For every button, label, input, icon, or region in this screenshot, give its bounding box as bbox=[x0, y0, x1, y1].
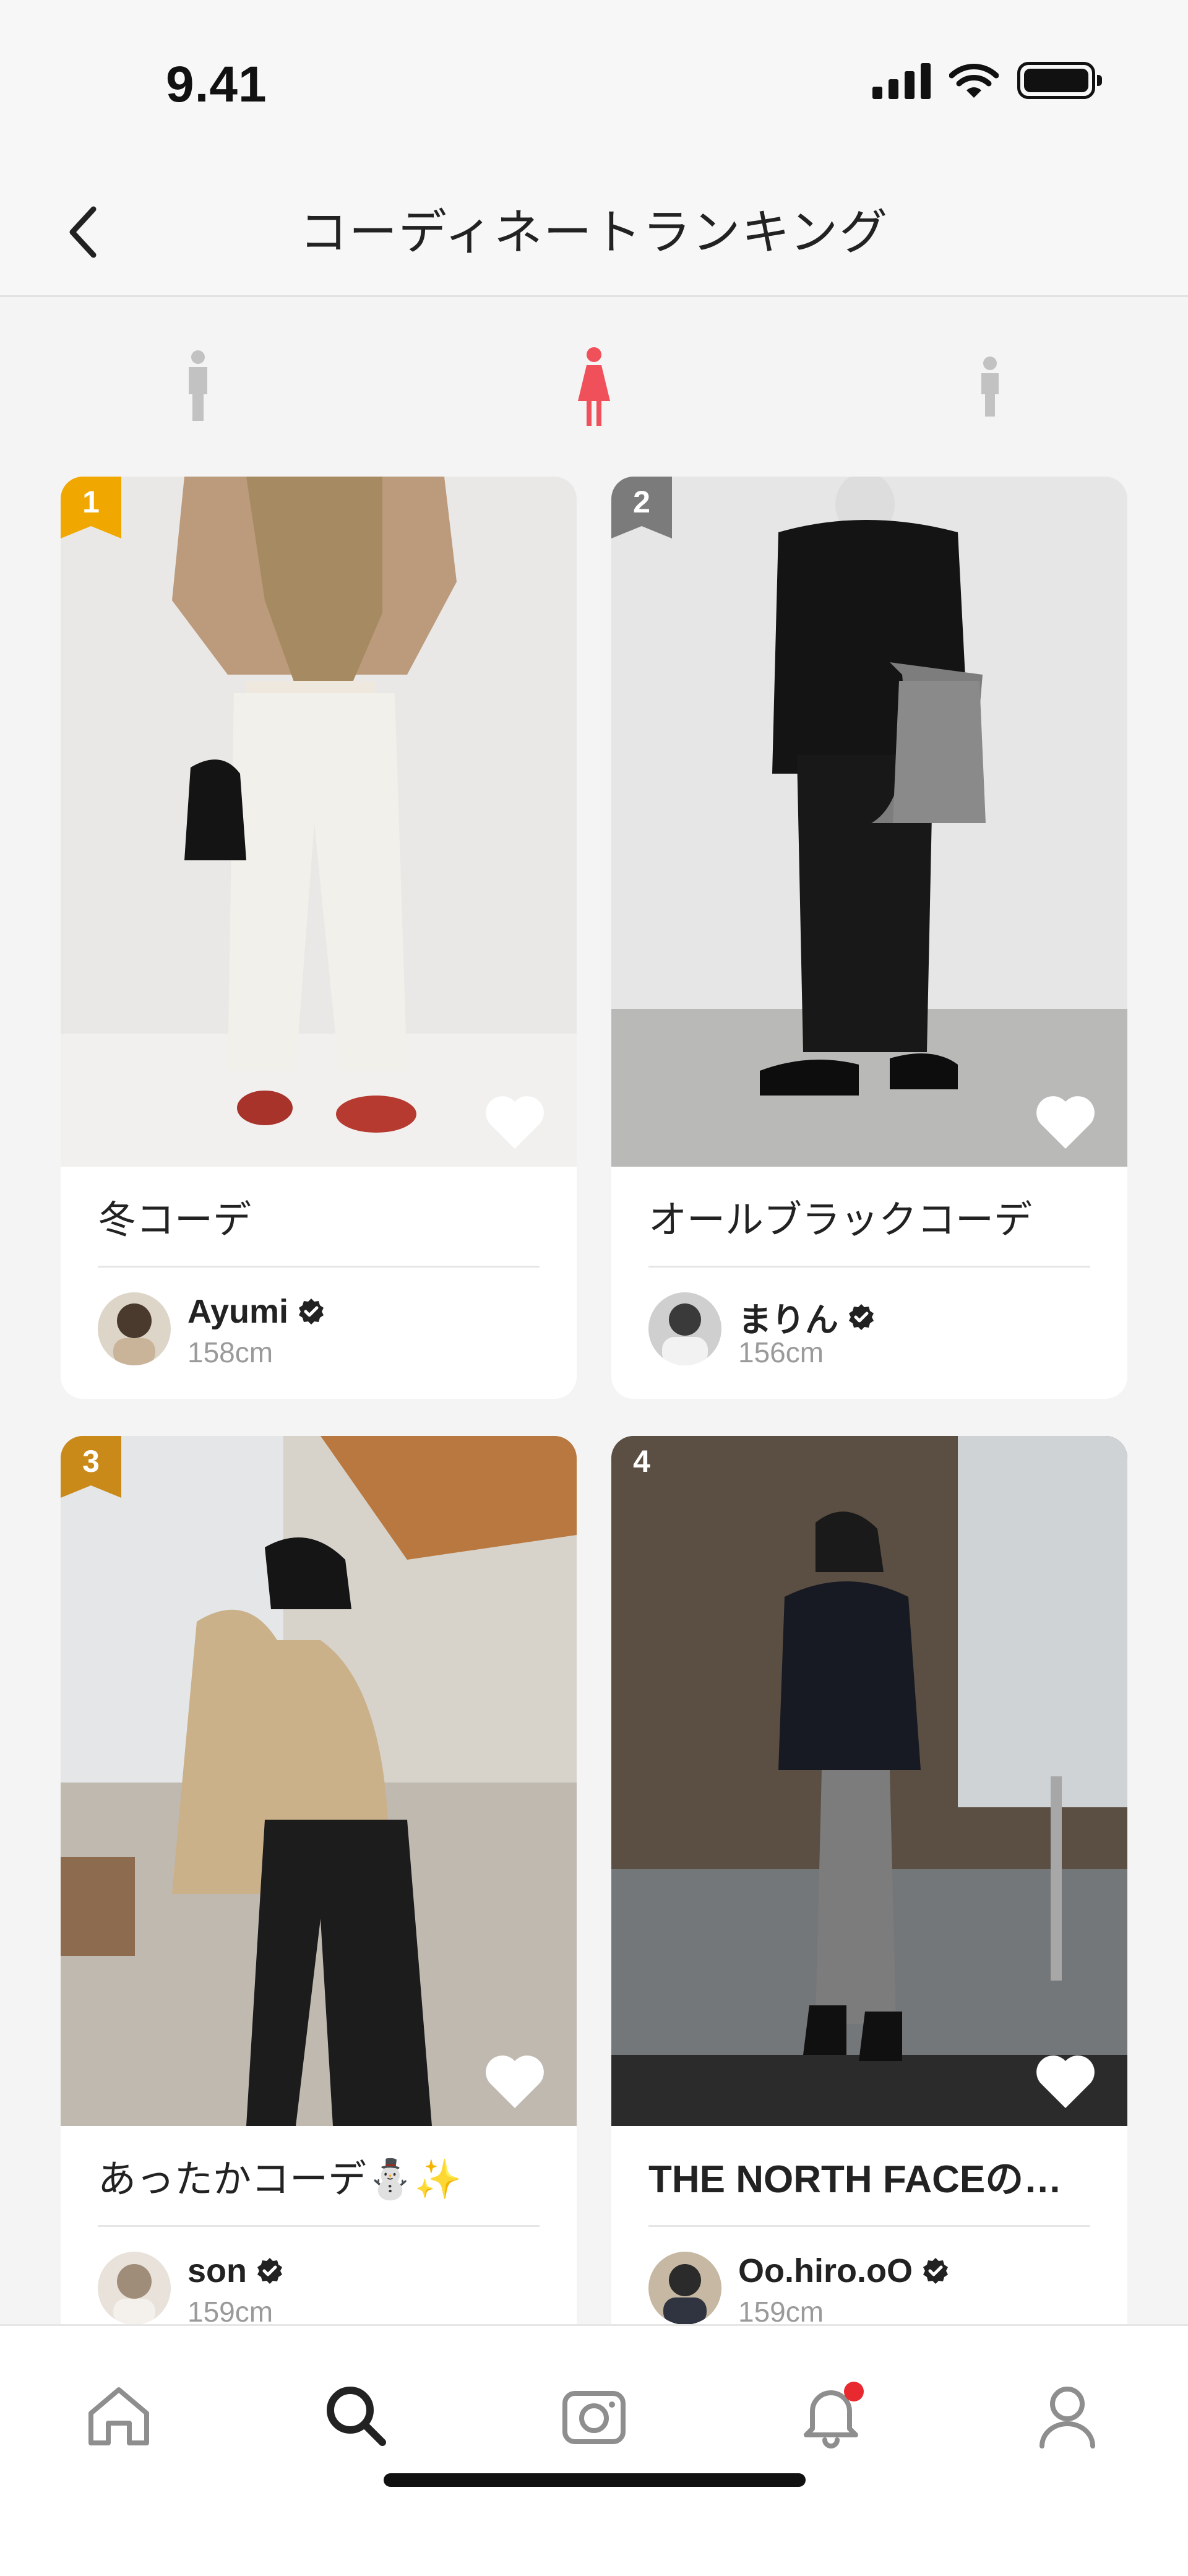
user-name[interactable]: son bbox=[187, 2252, 284, 2290]
rank-badge: 3 bbox=[61, 1436, 121, 1498]
like-button[interactable] bbox=[1035, 2055, 1096, 2111]
coordinate-card[interactable]: 3 あったかコーデ⛄✨ son 159cm bbox=[61, 1436, 577, 2358]
avatar[interactable] bbox=[98, 2252, 171, 2325]
heart-icon bbox=[486, 2055, 544, 2108]
avatar[interactable] bbox=[648, 2252, 721, 2325]
card-title: オールブラックコーデ bbox=[648, 1199, 1033, 1242]
gender-tabs bbox=[0, 297, 1188, 477]
user-name-text: Oo.hiro.oO bbox=[738, 2252, 913, 2289]
home-indicator bbox=[384, 2473, 806, 2487]
like-button[interactable] bbox=[1035, 1096, 1096, 1151]
like-button[interactable] bbox=[484, 1096, 546, 1151]
signal-icon bbox=[872, 62, 931, 99]
user-height: 156cm bbox=[738, 1336, 824, 1368]
like-button[interactable] bbox=[484, 2055, 546, 2111]
card-title: あったかコーデ⛄✨ bbox=[98, 2158, 462, 2201]
child-icon bbox=[981, 357, 999, 417]
coordinate-card[interactable]: 4 THE NORTH FACEの… Oo.hiro.oO 159cm bbox=[611, 1436, 1127, 2358]
card-title: 冬コーデ bbox=[98, 1199, 252, 1242]
verified-icon bbox=[923, 2258, 948, 2284]
coordinate-card[interactable]: 2 オールブラックコーデ まりん 156cm bbox=[611, 477, 1127, 1399]
heart-icon bbox=[1036, 1096, 1095, 1149]
outfit-photo[interactable]: 1 bbox=[61, 477, 577, 1167]
tab-notifications[interactable] bbox=[785, 2369, 877, 2462]
user-name-text: まりん bbox=[738, 1302, 838, 1339]
divider bbox=[648, 1266, 1090, 1268]
outfit-photo[interactable]: 4 bbox=[611, 1436, 1127, 2126]
divider bbox=[648, 2225, 1090, 2227]
tab-camera[interactable] bbox=[548, 2369, 640, 2462]
user-height: 159cm bbox=[187, 2296, 273, 2328]
bell-icon bbox=[804, 2382, 864, 2448]
coordinate-card[interactable]: 1 冬コーデ Ayumi 158cm bbox=[61, 477, 577, 1399]
rank-number: 3 bbox=[82, 1444, 100, 1479]
man-icon bbox=[189, 350, 207, 421]
status-icons bbox=[872, 62, 1102, 99]
page-title: コーディネートランキング bbox=[299, 205, 889, 259]
tab-men[interactable] bbox=[155, 347, 241, 427]
tab-home[interactable] bbox=[72, 2369, 165, 2462]
tab-search[interactable] bbox=[309, 2369, 402, 2462]
battery-icon bbox=[1017, 62, 1102, 99]
rank-number: 1 bbox=[82, 485, 100, 519]
tab-women[interactable] bbox=[551, 347, 637, 427]
rank-badge: 2 bbox=[611, 477, 672, 538]
status-bar: 9.41 bbox=[0, 0, 1188, 167]
user-name-text: Ayumi bbox=[187, 1293, 289, 1330]
camera-icon bbox=[562, 2391, 626, 2444]
user-height: 158cm bbox=[187, 1336, 273, 1368]
home-icon bbox=[88, 2387, 149, 2445]
user-height: 159cm bbox=[738, 2296, 824, 2328]
verified-icon bbox=[257, 2258, 283, 2284]
outfit-photo[interactable]: 2 bbox=[611, 477, 1127, 1167]
user-name-text: son bbox=[187, 2252, 248, 2289]
rank-badge: 4 bbox=[611, 1436, 672, 1498]
tab-profile[interactable] bbox=[1021, 2369, 1114, 2462]
avatar[interactable] bbox=[98, 1292, 171, 1365]
rank-badge: 1 bbox=[61, 477, 121, 538]
verified-icon bbox=[849, 1303, 874, 1330]
notification-badge bbox=[844, 2382, 864, 2401]
user-name[interactable]: まりん bbox=[738, 1292, 876, 1341]
search-icon bbox=[327, 2387, 386, 2446]
avatar[interactable] bbox=[648, 1292, 721, 1365]
navigation-bar: コーディネートランキング bbox=[0, 167, 1188, 297]
wifi-icon bbox=[949, 64, 999, 98]
tab-kids[interactable] bbox=[947, 347, 1033, 427]
rank-number: 4 bbox=[633, 1444, 650, 1479]
user-name[interactable]: Oo.hiro.oO bbox=[738, 2252, 950, 2290]
divider bbox=[98, 1266, 540, 1268]
verified-icon bbox=[299, 1299, 324, 1325]
bottom-tab-bar bbox=[0, 2324, 1188, 2576]
user-name[interactable]: Ayumi bbox=[187, 1292, 325, 1331]
heart-icon bbox=[1036, 2055, 1095, 2108]
woman-icon bbox=[578, 347, 610, 426]
divider bbox=[98, 2225, 540, 2227]
person-icon bbox=[1040, 2387, 1095, 2448]
status-time: 9.41 bbox=[166, 56, 267, 113]
outfit-photo[interactable]: 3 bbox=[61, 1436, 577, 2126]
rank-number: 2 bbox=[633, 485, 650, 519]
card-title: THE NORTH FACEの… bbox=[648, 2158, 1062, 2201]
heart-icon bbox=[486, 1096, 544, 1149]
